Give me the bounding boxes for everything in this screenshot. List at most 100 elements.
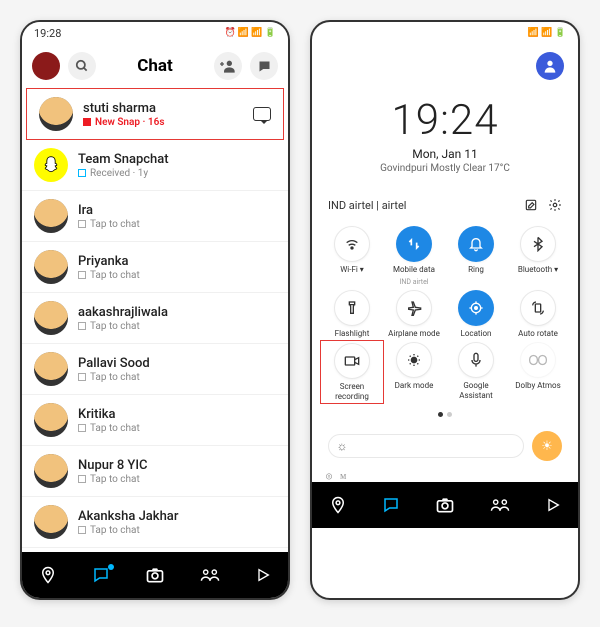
chat-info: IraTap to chat bbox=[78, 203, 276, 230]
chat-status: Tap to chat bbox=[78, 474, 276, 485]
chat-info: PriyankaTap to chat bbox=[78, 254, 276, 281]
chat-item[interactable]: Team SnapchatReceived · 1y bbox=[22, 140, 288, 191]
qs-tile-bluetooth[interactable]: Bluetooth ▾ bbox=[508, 226, 568, 286]
map-pin-icon bbox=[39, 566, 57, 584]
qs-tile-label: Mobile data bbox=[393, 265, 435, 275]
new-chat-icon bbox=[257, 59, 272, 74]
nav-camera-r[interactable] bbox=[435, 495, 455, 515]
qs-tile-location[interactable]: Location bbox=[446, 290, 506, 339]
qs-tile-airplane[interactable]: Airplane mode bbox=[384, 290, 444, 339]
page-title: Chat bbox=[104, 56, 206, 76]
chat-item[interactable]: Akanksha JakharTap to chat bbox=[22, 497, 288, 548]
profile-avatar[interactable] bbox=[32, 52, 60, 80]
chat-name: Team Snapchat bbox=[78, 152, 276, 167]
chat-item[interactable]: PriyankaTap to chat bbox=[22, 242, 288, 293]
snap-status-icon bbox=[83, 118, 91, 126]
chat-item[interactable]: Nupur 8 YICTap to chat bbox=[22, 446, 288, 497]
chat-name: Akanksha Jakhar bbox=[78, 509, 276, 524]
chat-name: stuti sharma bbox=[83, 101, 243, 116]
lens-icon[interactable]: ᴍ bbox=[340, 471, 346, 482]
snap-status-icon bbox=[78, 373, 86, 381]
qs-tile-data[interactable]: Mobile data IND airtel bbox=[384, 226, 444, 286]
chat-info: aakashrajliwalaTap to chat bbox=[78, 305, 276, 332]
sun-icon: ☀ bbox=[541, 439, 553, 454]
search-button[interactable] bbox=[68, 52, 96, 80]
nav-stories-r[interactable] bbox=[490, 496, 510, 514]
qs-tile-dark[interactable]: Dark mode bbox=[384, 342, 444, 402]
qs-tile-label: Flashlight bbox=[335, 329, 370, 339]
chat-status-text: Received · 1y bbox=[90, 168, 148, 179]
qs-tile-rotate[interactable]: Auto rotate bbox=[508, 290, 568, 339]
settings-button[interactable] bbox=[548, 198, 562, 212]
chat-item[interactable]: IraTap to chat bbox=[22, 191, 288, 242]
nav-map-r[interactable] bbox=[329, 496, 347, 514]
nav-chat[interactable] bbox=[92, 566, 110, 584]
qs-tile-label: Screen recording bbox=[324, 382, 380, 401]
edit-button[interactable] bbox=[524, 198, 538, 212]
people-icon bbox=[490, 496, 510, 514]
chat-name: Nupur 8 YIC bbox=[78, 458, 276, 473]
clock-date: Mon, Jan 11 bbox=[312, 147, 578, 161]
qs-tile-dolby[interactable]: Dolby Atmos bbox=[508, 342, 568, 402]
qs-tile-label: Auto rotate bbox=[518, 329, 558, 339]
google-icon[interactable]: ◎ bbox=[326, 471, 332, 482]
chat-info: stuti sharmaNew Snap · 16s bbox=[83, 101, 243, 128]
chat-status-text: Tap to chat bbox=[90, 474, 140, 485]
snap-status-icon bbox=[78, 526, 86, 534]
nav-stories[interactable] bbox=[200, 566, 220, 584]
chat-item[interactable]: stuti sharmaNew Snap · 16s bbox=[26, 88, 284, 140]
snap-status-icon bbox=[78, 220, 86, 228]
notification-dot bbox=[108, 564, 114, 570]
qs-tile-mic[interactable]: Google Assistant bbox=[446, 342, 506, 402]
chat-item[interactable]: KritikaTap to chat bbox=[22, 395, 288, 446]
qs-tile-camera[interactable]: Screen recording bbox=[320, 340, 384, 404]
chat-status: Tap to chat bbox=[78, 219, 276, 230]
chat-info: Akanksha JakharTap to chat bbox=[78, 509, 276, 536]
chat-name: Kritika bbox=[78, 407, 276, 422]
dolby-icon bbox=[520, 342, 556, 378]
status-bar: 19:28 ⏰ 📶 📶 🔋 bbox=[22, 22, 288, 44]
chat-name: Pallavi Sood bbox=[78, 356, 276, 371]
clock-time: 19:24 bbox=[312, 96, 578, 145]
brightness-slider[interactable]: ☼ bbox=[328, 434, 524, 458]
chat-item[interactable]: aakashrajliwalaTap to chat bbox=[22, 293, 288, 344]
edit-icon bbox=[524, 198, 538, 212]
account-avatar[interactable] bbox=[536, 52, 564, 80]
snap-status-icon bbox=[78, 322, 86, 330]
carrier-bar: IND airtel | airtel bbox=[312, 190, 578, 220]
qs-tile-label: Wi-Fi ▾ bbox=[340, 265, 364, 275]
chat-avatar bbox=[34, 505, 68, 539]
nav-chat-r[interactable] bbox=[382, 496, 400, 514]
nav-map[interactable] bbox=[39, 566, 57, 584]
chat-status: Tap to chat bbox=[78, 423, 276, 434]
page-dot-2[interactable] bbox=[447, 412, 452, 417]
qs-tile-label: Google Assistant bbox=[448, 381, 504, 400]
new-chat-button[interactable] bbox=[250, 52, 278, 80]
qs-tile-flashlight[interactable]: Flashlight bbox=[322, 290, 382, 339]
status-bar-right: 📶 📶 🔋 bbox=[312, 22, 578, 44]
chat-info: KritikaTap to chat bbox=[78, 407, 276, 434]
nav-discover-r[interactable] bbox=[545, 497, 561, 513]
chat-avatar bbox=[34, 301, 68, 335]
chat-info: Team SnapchatReceived · 1y bbox=[78, 152, 276, 179]
chat-status-text: Tap to chat bbox=[90, 219, 140, 230]
page-dot-1[interactable] bbox=[438, 412, 443, 417]
qs-tile-wifi[interactable]: Wi-Fi ▾ bbox=[322, 226, 382, 286]
chat-icon bbox=[382, 496, 400, 514]
snap-status-icon bbox=[78, 169, 86, 177]
auto-brightness-button[interactable]: ☀ bbox=[532, 431, 562, 461]
clock-weather: Govindpuri Mostly Clear 17°C bbox=[312, 163, 578, 174]
status-indicators-right: 📶 📶 🔋 bbox=[528, 28, 566, 38]
chat-status: Tap to chat bbox=[78, 372, 276, 383]
chat-item[interactable]: Pallavi SoodTap to chat bbox=[22, 344, 288, 395]
qs-tile-sublabel: IND airtel bbox=[400, 278, 429, 286]
reply-icon[interactable] bbox=[253, 107, 271, 121]
mic-icon bbox=[458, 342, 494, 378]
nav-camera[interactable] bbox=[145, 565, 165, 585]
add-friend-button[interactable] bbox=[214, 52, 242, 80]
qs-tile-bell[interactable]: Ring bbox=[446, 226, 506, 286]
wifi-icon bbox=[334, 226, 370, 262]
snap-status-icon bbox=[78, 475, 86, 483]
camera-icon bbox=[334, 343, 370, 379]
nav-discover[interactable] bbox=[255, 567, 271, 583]
